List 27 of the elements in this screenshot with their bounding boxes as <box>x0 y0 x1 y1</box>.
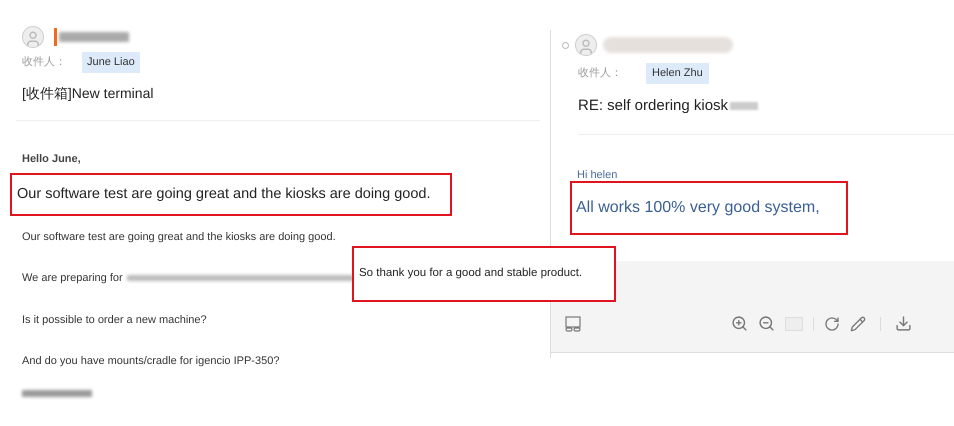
highlighted-sentence: All works 100% very good system, <box>570 181 848 235</box>
recipient-label: 收件人： <box>22 55 67 70</box>
greeting-text: Hi helen <box>576 170 618 181</box>
recipient-chip[interactable]: Helen Zhu <box>646 63 709 84</box>
zoom-in-icon[interactable] <box>731 315 748 332</box>
blurred-signature <box>22 390 92 397</box>
body-line: Our software test are going great and the kiosks are doing good. <box>22 230 336 244</box>
body-line: And do you have mounts/cradle for igencio IPP-350? <box>22 354 280 369</box>
rotate-icon[interactable] <box>824 316 840 332</box>
blurred-text <box>730 102 758 110</box>
email-subject: RE: self ordering kiosk <box>578 96 728 116</box>
zoom-out-icon[interactable] <box>758 315 775 332</box>
recipient-label: 收件人： <box>578 66 623 81</box>
pencil-icon[interactable] <box>850 316 866 332</box>
download-icon[interactable] <box>895 315 912 332</box>
highlighted-sentence: So thank you for a good and stable product. <box>352 246 616 302</box>
greeting-text: Hello June, <box>22 152 82 166</box>
thumbnail-icon[interactable] <box>565 316 581 332</box>
avatar-icon <box>22 26 44 48</box>
sender-accent <box>54 28 57 46</box>
body-line: Is it possible to order a new machine? <box>22 312 207 328</box>
body-line: We are preparing for <box>22 271 123 286</box>
highlighted-sentence: Our software test are going great and the kiosks are doing good. <box>10 173 452 216</box>
avatar-icon <box>575 34 597 56</box>
recipient-chip[interactable]: June Liao <box>82 52 140 72</box>
email-subject: [收件箱]New terminal <box>22 84 154 103</box>
blurred-sender-name <box>59 32 129 42</box>
